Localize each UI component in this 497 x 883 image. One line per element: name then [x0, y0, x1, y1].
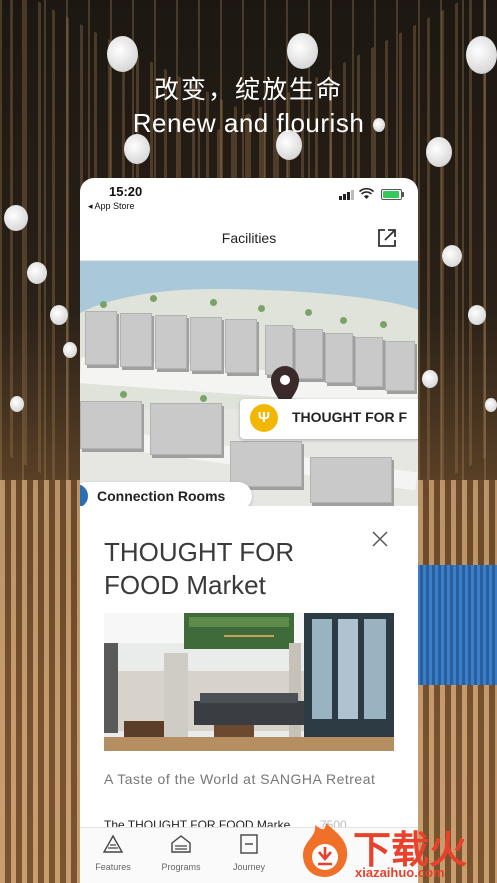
fork-knife-icon: Ψ	[250, 404, 278, 432]
page-title: Facilities	[221, 230, 277, 246]
journey-icon	[240, 834, 258, 854]
map-tree	[305, 309, 312, 316]
pendant-lamp	[50, 305, 68, 325]
headline-english: Renew and flourish	[132, 108, 365, 138]
blue-panel	[417, 565, 497, 685]
map-building	[85, 311, 117, 365]
status-time: 15:20	[109, 184, 143, 199]
headline-chinese: 改变，绽放生命	[153, 75, 343, 104]
map-tree	[258, 305, 265, 312]
pendant-lamp	[468, 305, 486, 325]
close-icon[interactable]	[372, 531, 388, 547]
pendant-lamp	[10, 396, 24, 412]
features-icon	[102, 834, 124, 853]
map-building	[120, 313, 152, 367]
facility-photo	[104, 613, 394, 751]
pendant-lamp	[422, 370, 438, 388]
map-building	[225, 319, 257, 373]
status-bar: 15:20 ◂ App Store	[80, 178, 418, 218]
pendant-lamp	[63, 342, 77, 358]
pendant-lamp	[4, 205, 28, 231]
nav-bar: Facilities	[80, 218, 418, 261]
map-tree	[210, 299, 217, 306]
watermark-logo-icon	[303, 823, 348, 877]
programs-icon	[171, 835, 191, 853]
map-selected-label: THOUGHT FOR F	[292, 409, 408, 425]
map-building	[325, 333, 353, 383]
external-link-icon[interactable]	[376, 227, 398, 249]
map-building	[355, 337, 383, 387]
pendant-lamp	[466, 36, 497, 74]
map-tree	[340, 317, 347, 324]
tab-features-label: Features	[95, 862, 131, 872]
map-tree	[100, 301, 107, 308]
pendant-lamp	[287, 33, 318, 69]
map-tree	[200, 395, 207, 402]
tab-programs[interactable]: Programs	[151, 834, 211, 872]
wifi-icon	[359, 188, 374, 199]
phone-screen: 15:20 ◂ App Store Facilities Ψ THOUGHT F…	[80, 178, 418, 883]
map-tree	[150, 295, 157, 302]
pendant-lamp	[426, 137, 452, 167]
pendant-lamp	[27, 262, 47, 284]
pendant-lamp	[107, 36, 138, 72]
map-building	[80, 401, 142, 449]
map-other-label: Connection Rooms	[97, 488, 226, 504]
restaurant-photo-illustration	[104, 613, 394, 751]
facility-map[interactable]: Ψ THOUGHT FOR F Connection Rooms	[80, 261, 418, 506]
map-building	[385, 341, 415, 391]
map-building	[190, 317, 222, 371]
back-to-app-store[interactable]: ◂ App Store	[88, 201, 135, 212]
facility-subtitle: A Taste of the World at SANGHA Retreat	[104, 771, 376, 787]
map-building	[150, 403, 222, 455]
tab-journey[interactable]: Journey	[219, 834, 279, 872]
tab-features[interactable]: Features	[83, 834, 143, 872]
battery-icon	[381, 189, 404, 200]
site-watermark: 下载火 xiazaihuo.com	[297, 815, 497, 883]
watermark-url: xiazaihuo.com	[355, 865, 445, 880]
tab-programs-label: Programs	[161, 862, 201, 872]
facility-title: THOUGHT FOR FOOD Market	[104, 537, 295, 600]
map-tree	[120, 391, 127, 398]
map-tree	[380, 321, 387, 328]
pendant-lamp	[485, 398, 497, 412]
pendant-lamp	[442, 245, 462, 267]
map-building	[310, 457, 392, 503]
signal-icon	[339, 190, 354, 200]
map-building	[155, 315, 187, 369]
tab-journey-label: Journey	[232, 862, 266, 872]
map-building	[230, 441, 302, 487]
